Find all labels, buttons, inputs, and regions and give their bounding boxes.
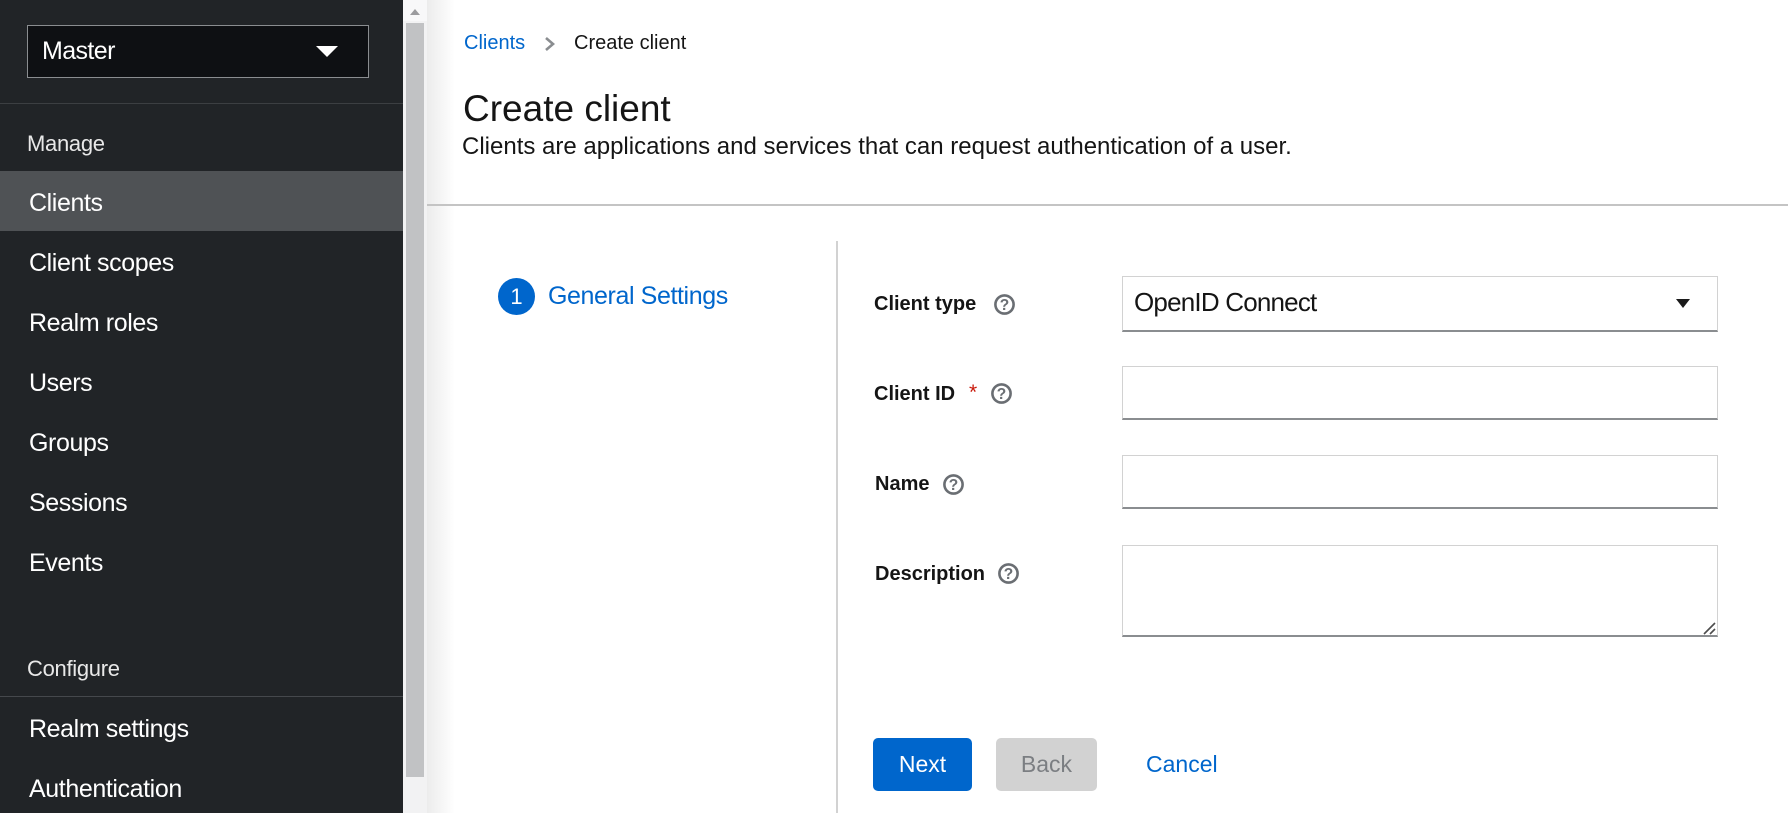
svg-text:?: ? [949,477,958,494]
svg-text:?: ? [997,386,1006,403]
svg-text:?: ? [1000,297,1009,314]
svg-text:?: ? [1004,566,1013,583]
